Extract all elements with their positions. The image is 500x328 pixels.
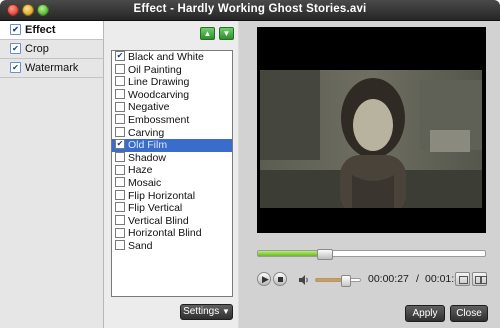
effect-item[interactable]: ✔ Black and White — [112, 51, 232, 64]
window-title: Effect - Hardly Working Ghost Stories.av… — [133, 3, 367, 15]
effect-checkbox[interactable] — [115, 126, 125, 137]
stop-icon — [278, 277, 283, 282]
sidebar-item-effect[interactable]: ✔ Effect — [0, 21, 103, 40]
effect-label: Sand — [128, 239, 153, 252]
single-view-button[interactable] — [455, 272, 470, 286]
effect-item[interactable]: Horizontal Blind — [112, 227, 232, 240]
sidebar-item-crop[interactable]: ✔ Crop — [0, 40, 103, 59]
effect-item[interactable]: Sand — [112, 240, 232, 253]
effect-item[interactable]: Flip Vertical — [112, 202, 232, 215]
sidebar: ✔ Effect ✔ Crop ✔ Watermark — [0, 21, 104, 328]
time-separator: / — [416, 273, 419, 285]
play-icon: ▶ — [262, 274, 269, 284]
effect-checkbox[interactable] — [115, 114, 125, 125]
preview-panel: ▶ 00:00:27 / 00:01:37 Apply Close — [239, 21, 500, 328]
effect-item[interactable]: Oil Painting — [112, 64, 232, 77]
effect-label: Negative — [128, 101, 170, 114]
effect-label: Black and White — [128, 51, 204, 63]
effect-label: Flip Horizontal — [128, 189, 196, 202]
effect-label: Line Drawing — [128, 76, 190, 89]
effect-checkbox[interactable] — [115, 63, 125, 74]
effect-label: Vertical Blind — [128, 214, 189, 227]
compare-view-button[interactable] — [472, 272, 487, 286]
effect-item[interactable]: Line Drawing — [112, 76, 232, 89]
sidebar-item-label: Watermark — [25, 62, 79, 74]
sidebar-checkbox-watermark[interactable]: ✔ — [10, 61, 21, 73]
effect-checkbox[interactable] — [115, 227, 125, 238]
effect-label: Old Film — [128, 139, 168, 152]
sidebar-item-watermark[interactable]: ✔ Watermark — [0, 59, 103, 78]
effect-label: Haze — [128, 164, 153, 177]
settings-label: Settings — [183, 306, 220, 317]
current-time: 00:00:27 — [368, 273, 409, 285]
effect-checkbox[interactable] — [115, 101, 125, 112]
apply-button[interactable]: Apply — [405, 305, 445, 322]
effect-checkbox[interactable] — [115, 76, 125, 87]
title-bar: Effect - Hardly Working Ghost Stories.av… — [0, 0, 500, 21]
effect-item[interactable]: Carving — [112, 127, 232, 140]
effect-item[interactable]: Flip Horizontal — [112, 190, 232, 203]
triangle-down-icon: ▼ — [222, 29, 231, 38]
effect-checkbox[interactable]: ✔ — [115, 51, 125, 62]
effect-item[interactable]: Mosaic — [112, 177, 232, 190]
compare-view-icon — [481, 276, 487, 284]
move-down-button[interactable]: ▼ — [219, 27, 234, 40]
speaker-icon — [298, 274, 310, 286]
effect-checkbox[interactable] — [115, 240, 125, 251]
seek-handle[interactable] — [317, 249, 333, 260]
effect-item[interactable]: ✔ Old Film — [112, 139, 232, 152]
effect-label: Horizontal Blind — [128, 227, 202, 240]
effects-panel: ▲ ▼ ✔ Black and White Oil Painting Line Dra… — [104, 21, 238, 328]
volume-slider[interactable] — [315, 275, 361, 287]
effect-label: Embossment — [128, 113, 190, 126]
effect-dialog: Effect - Hardly Working Ghost Stories.av… — [0, 0, 500, 328]
effect-checkbox[interactable] — [115, 89, 125, 99]
effect-item[interactable]: Negative — [112, 101, 232, 114]
effect-item[interactable]: Embossment — [112, 114, 232, 127]
effect-checkbox[interactable]: ✔ — [115, 139, 125, 150]
sidebar-checkbox-crop[interactable]: ✔ — [10, 42, 21, 54]
video-preview — [257, 27, 486, 233]
triangle-up-icon: ▲ — [203, 29, 212, 38]
effects-list[interactable]: ✔ Black and White Oil Painting Line Drawing… — [111, 50, 233, 297]
dropdown-arrow-icon: ▼ — [222, 307, 230, 316]
seek-bar[interactable] — [257, 249, 486, 260]
effect-checkbox[interactable] — [115, 189, 125, 200]
effect-checkbox[interactable] — [115, 214, 125, 225]
effect-label: Oil Painting — [128, 63, 182, 76]
effect-label: Shadow — [128, 151, 166, 164]
sidebar-item-label: Crop — [25, 43, 49, 55]
effect-item[interactable]: Vertical Blind — [112, 215, 232, 228]
video-still-image — [260, 70, 482, 208]
single-view-icon — [459, 276, 468, 284]
effect-label: Mosaic — [128, 176, 162, 189]
effect-checkbox[interactable] — [115, 202, 125, 213]
volume-handle[interactable] — [341, 275, 351, 287]
play-button[interactable]: ▶ — [257, 272, 271, 286]
close-button[interactable]: Close — [450, 305, 488, 322]
effect-label: Flip Vertical — [128, 202, 183, 215]
video-frame — [260, 70, 482, 208]
effect-checkbox[interactable] — [115, 177, 125, 188]
settings-button[interactable]: Settings ▼ — [180, 304, 233, 320]
stop-button[interactable] — [273, 272, 287, 286]
effect-item[interactable]: Shadow — [112, 152, 232, 165]
effect-item[interactable]: Woodcarving — [112, 89, 232, 102]
effect-item[interactable]: Haze — [112, 164, 232, 177]
sidebar-item-label: Effect — [25, 24, 56, 36]
move-up-button[interactable]: ▲ — [200, 27, 215, 40]
effect-label: Woodcarving — [128, 88, 190, 101]
sidebar-checkbox-effect[interactable]: ✔ — [10, 23, 21, 35]
effect-label: Carving — [128, 126, 165, 139]
seek-progress-fill — [258, 251, 324, 256]
effect-checkbox[interactable] — [115, 151, 125, 162]
effect-checkbox[interactable] — [115, 164, 125, 175]
